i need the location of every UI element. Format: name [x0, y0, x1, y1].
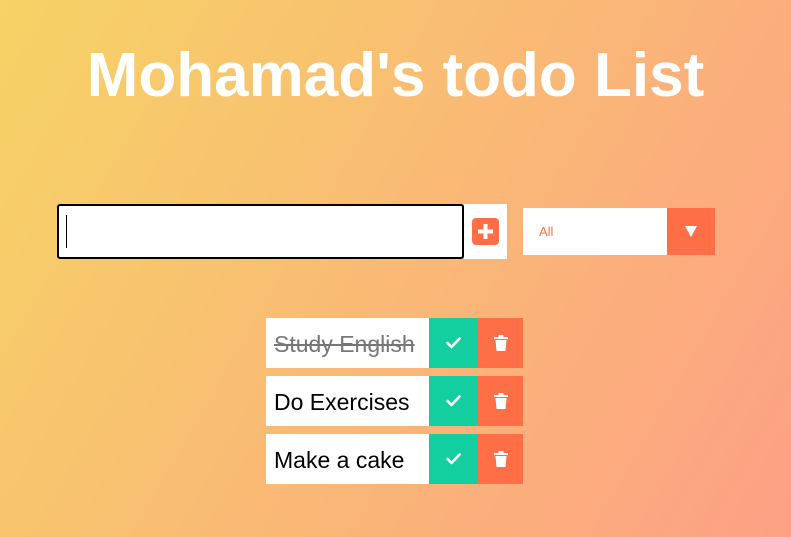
todo-item-text: Do Exercises — [274, 389, 410, 415]
todo-item-text: Study English — [274, 331, 415, 357]
text-cursor — [66, 215, 67, 248]
delete-button[interactable] — [478, 376, 523, 426]
filter-select[interactable]: All — [523, 208, 715, 255]
complete-button[interactable] — [429, 318, 478, 368]
todo-input[interactable] — [57, 204, 464, 259]
add-todo-button[interactable] — [464, 204, 507, 259]
page-title: Mohamad's todo List — [86, 41, 705, 110]
delete-button[interactable] — [478, 434, 523, 484]
complete-button[interactable] — [429, 434, 478, 484]
todo-item: Do Exercises — [266, 376, 523, 426]
trash-icon — [494, 393, 508, 409]
trash-icon — [494, 335, 508, 351]
complete-button[interactable] — [429, 376, 478, 426]
todo-item-text: Make a cake — [274, 447, 405, 473]
todo-item: Study English — [266, 318, 523, 368]
plus-icon — [472, 218, 499, 245]
trash-icon — [494, 451, 508, 467]
todo-list: Study English Do Exercises Make a cake — [266, 318, 523, 492]
check-icon — [446, 395, 461, 407]
check-icon — [446, 453, 461, 465]
filter-dropdown-button[interactable] — [667, 208, 715, 255]
check-icon — [446, 337, 461, 349]
todo-item: Make a cake — [266, 434, 523, 484]
caret-down-icon — [685, 226, 697, 237]
filter-selected-value: All — [539, 224, 554, 239]
delete-button[interactable] — [478, 318, 523, 368]
